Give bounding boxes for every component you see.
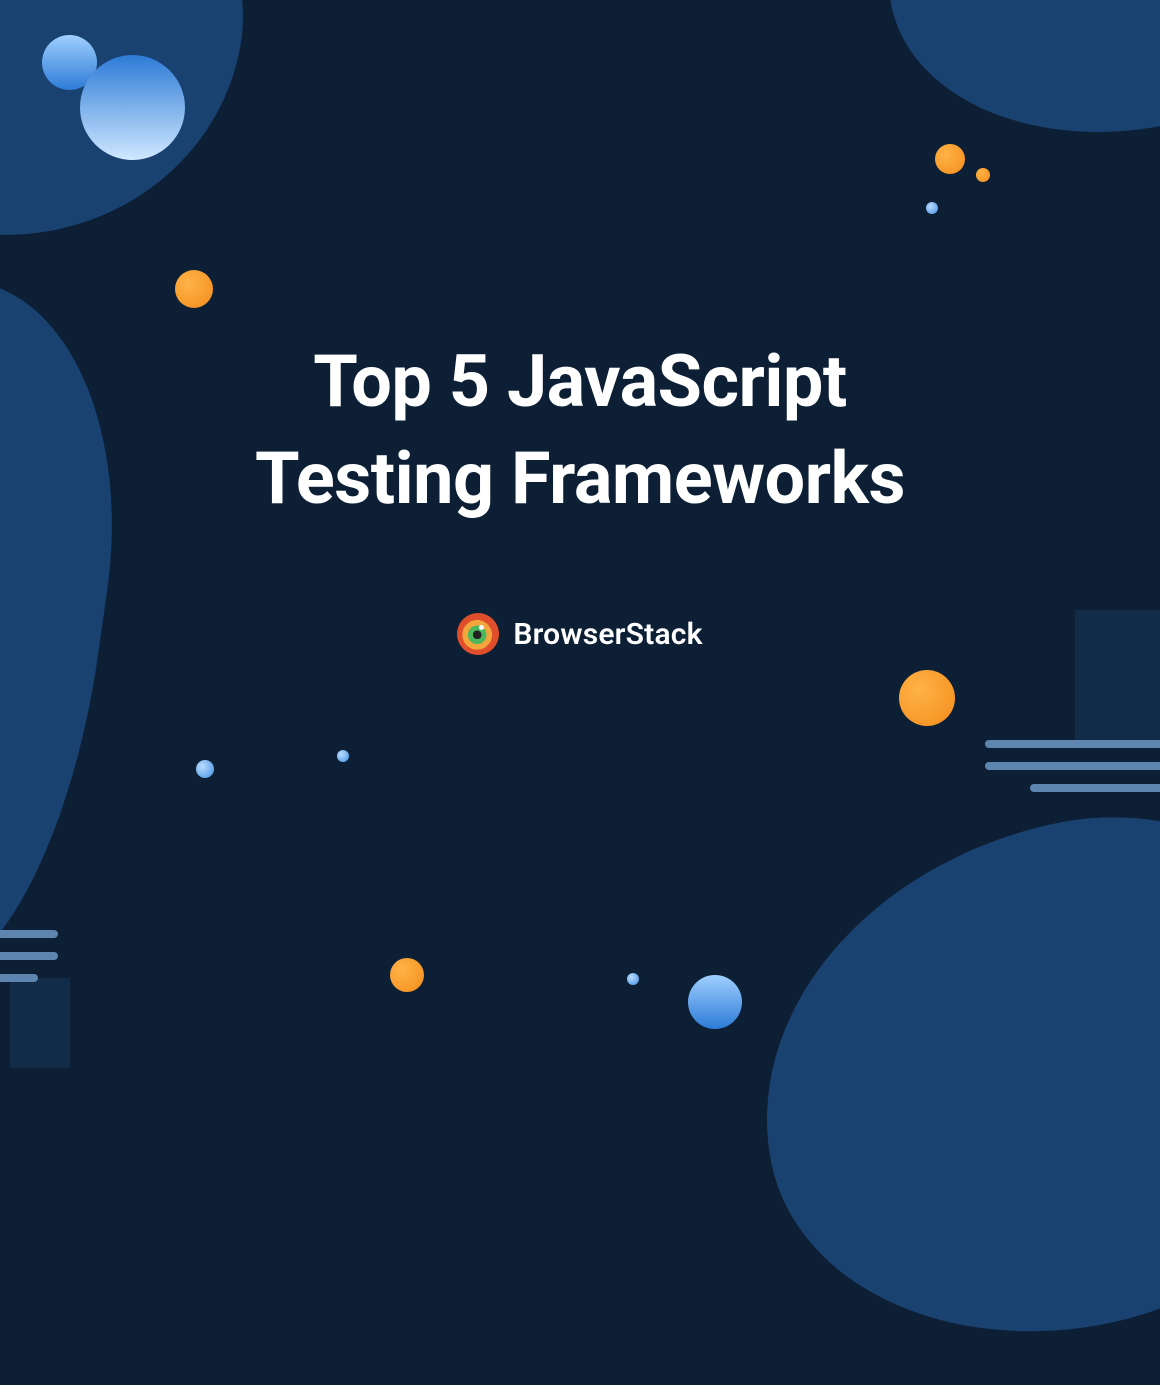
brand-name: BrowserStack <box>513 617 702 652</box>
page-title: Top 5 JavaScript Testing Frameworks <box>255 333 905 527</box>
headline-line-2: Testing Frameworks <box>255 436 905 521</box>
headline-line-1: Top 5 JavaScript <box>313 339 847 424</box>
main-content: Top 5 JavaScript Testing Frameworks Brow… <box>0 0 1160 1048</box>
browserstack-logo-icon <box>457 613 499 655</box>
brand: BrowserStack <box>457 613 702 655</box>
